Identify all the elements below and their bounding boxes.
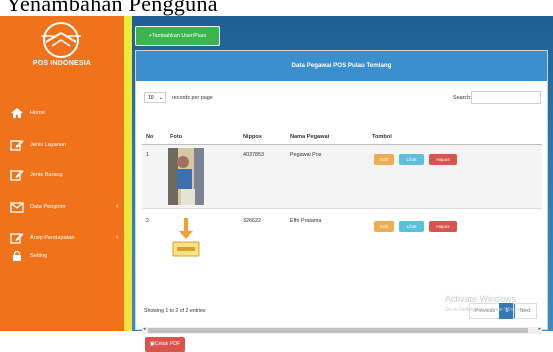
column-header-tombol[interactable]: Tombol [372,134,392,140]
row-divider [142,208,542,209]
edit-icon [10,170,24,181]
records-per-page-value: 10 [148,95,154,101]
add-user-button[interactable]: +Tambahkan User/Pass [135,26,220,46]
row-nippos: 4037853 [243,152,264,158]
column-header-nama-pegawai[interactable]: Nama Pegawai [290,134,329,140]
view-button[interactable]: Lihat [399,154,424,165]
row-number: 1 [146,152,149,158]
sidebar-item-jenis-layanan[interactable]: Jenis Layanan [0,137,124,155]
chevron-down-icon: ⌄ [158,95,163,101]
sidebar-item-label: Home [30,110,45,116]
scroll-right-icon[interactable]: ▸ [538,326,541,332]
records-per-page-label: records per page [172,95,213,101]
edit-button[interactable]: Edit [374,221,394,232]
caption-text: Yenambahan Pengguna [6,0,218,16]
brand-name: POS INDONESIA [32,60,92,67]
pos-indonesia-logo [41,22,81,58]
sidebar-divider [124,16,132,331]
lock-icon [13,250,21,261]
search-label: Search: [453,95,472,101]
activate-windows-subtitle: Go to Settings to activate Windows. [445,307,527,313]
view-button[interactable]: Lihat [399,221,424,232]
row-nama: Effri Pratama [290,218,322,224]
activate-windows-title: Activate Windows [445,294,517,304]
sidebar-item-label: Jenis Layanan [30,142,67,148]
row-number: 2 [146,218,149,224]
delete-button[interactable]: Hapus [429,221,457,232]
sidebar-item-label: Arsip Pendapatan [30,235,75,241]
row-nippos: 326622 [243,218,261,224]
column-header-no[interactable]: No [146,134,153,140]
search-input[interactable] [471,91,541,104]
print-pdf-button[interactable]: ▣Cetak PDF [145,337,185,352]
records-per-page-select[interactable]: 10 ⌄ [144,92,166,103]
home-icon [11,108,23,118]
column-header-foto[interactable]: Foto [170,134,182,140]
sidebar-item-setting[interactable]: Setting [0,248,124,266]
column-header-nippos[interactable]: Nippos [243,134,262,140]
sidebar-item-jenis-barang[interactable]: Jenis Barang [0,167,124,185]
mail-icon [10,202,24,213]
edit-icon [10,233,24,244]
employee-photo [168,148,204,205]
panel-title: Data Pegawai POS Pulau Temiang [136,51,547,81]
sidebar-item-label: Setting [30,253,48,259]
sidebar: POS INDONESIA Home Jenis Layanan Jenis B… [0,16,124,331]
document-caption: Yenambahan Pengguna [0,0,553,16]
sidebar-item-label: Jenis Barang [30,172,63,178]
edit-icon [10,140,24,151]
chevron-left-icon: ‹ [116,203,119,210]
data-panel: Data Pegawai POS Pulau Temiang 10 ⌄ reco… [135,50,548,352]
row-nama: Pegawai Pos [290,152,322,158]
scroll-left-icon[interactable]: ◂ [143,326,146,332]
edit-button[interactable]: Edit [374,154,394,165]
sidebar-item-label: Data Pengirim [30,204,66,210]
document-download-icon [167,216,205,261]
sidebar-item-data-pengirim[interactable]: Data Pengirim ‹ [0,199,124,217]
chevron-left-icon: ‹ [116,234,119,241]
print-pdf-label: Cetak PDF [154,341,181,347]
delete-button[interactable]: Hapus [429,154,457,165]
sidebar-item-arsip-pendapatan[interactable]: Arsip Pendapatan ‹ [0,230,124,248]
main-content: +Tambahkan User/Pass Data Pegawai POS Pu… [132,16,553,352]
table-info: Showing 1 to 2 of 2 entries [144,308,206,314]
sidebar-item-home[interactable]: Home [0,105,124,123]
